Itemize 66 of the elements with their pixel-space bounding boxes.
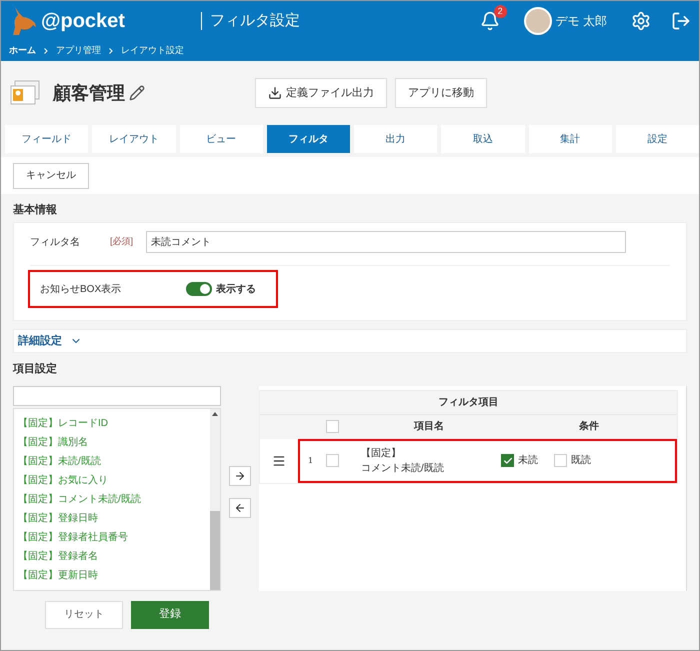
remove-button[interactable] [229, 498, 251, 518]
field-list-item[interactable]: 【固定】登録者社員番号 [18, 530, 210, 544]
contact-cards-icon [9, 79, 41, 107]
field-list-item[interactable]: 【固定】未読/既読 [18, 454, 210, 468]
filter-name-field[interactable]: 未読コメント [146, 231, 626, 253]
section-title: 項目設定 [13, 362, 58, 377]
section-title: 基本情報 [13, 202, 58, 218]
drag-handle-icon[interactable] [272, 454, 286, 468]
tab[interactable]: フィールド [5, 125, 88, 153]
avatar-placeholder [524, 7, 552, 35]
toggle-switch[interactable] [186, 282, 212, 296]
chevron-right-icon [44, 48, 48, 54]
cancel-button[interactable]: キャンセル [13, 162, 89, 188]
reset-button[interactable]: リセット [45, 600, 123, 628]
field-list-item[interactable]: 【固定】コメント未読/既読 [18, 492, 210, 506]
register-button[interactable]: 登録 [131, 600, 209, 628]
row-number: 1 [307, 454, 314, 466]
checkbox-label: 未読 [518, 454, 538, 468]
tab[interactable]: 取込 [441, 125, 524, 153]
export-button[interactable]: 定義ファイル出力 [255, 78, 387, 108]
add-button[interactable] [229, 466, 251, 486]
download-icon [268, 86, 282, 100]
field-label: お知らせBOX表示 [40, 282, 122, 296]
tab[interactable]: ビュー [180, 125, 263, 153]
field-list-item[interactable]: 【固定】登録日時 [18, 512, 210, 526]
field-list-item[interactable]: 【固定】登録者名 [18, 550, 210, 564]
settings-icon[interactable] [631, 11, 651, 31]
tab[interactable]: 集計 [528, 125, 612, 153]
tab[interactable]: 出力 [354, 125, 438, 153]
tab[interactable]: 設定 [616, 125, 699, 153]
required-mark: [必須] [110, 235, 134, 248]
section-panel[interactable]: 詳細設定 [13, 329, 687, 353]
arrow-right-icon [234, 470, 246, 482]
breadcrumb-link[interactable]: アプリ管理 [56, 44, 101, 58]
table-cell-text: 【固定】 [361, 446, 402, 460]
toggle-label: 表示する [216, 282, 256, 296]
arrow-left-icon [234, 502, 246, 514]
chevron-right-icon [109, 48, 113, 54]
column-header: 条件 [579, 420, 599, 434]
breadcrumb-link[interactable]: レイアウト設定 [121, 44, 184, 58]
logo-text: @pocket [41, 9, 126, 34]
check-icon [502, 456, 512, 466]
field-list-item[interactable]: 【固定】更新日時 [18, 568, 210, 582]
table-title: フィルタ項目 [260, 390, 677, 414]
field-label: フィルタ名 [30, 236, 81, 250]
edit-pencil-icon[interactable] [129, 85, 145, 101]
search-field[interactable] [13, 386, 221, 406]
field-list-item[interactable]: 【固定】レコードID [18, 416, 210, 430]
breadcrumb-link[interactable]: ホーム [9, 44, 36, 58]
open-app-button[interactable]: アプリに移動 [395, 78, 487, 108]
column-header: 項目名 [412, 420, 445, 434]
scroll-up-arrow-icon[interactable] [212, 412, 218, 416]
notification-bell-icon[interactable] [480, 11, 500, 31]
scrollbar[interactable] [210, 408, 220, 590]
user-name[interactable]: デモ 太郎 [556, 12, 607, 30]
field-list-item[interactable]: 【固定】識別名 [18, 436, 210, 450]
page-title: フィルタ設定 [210, 10, 300, 31]
checkbox[interactable] [501, 454, 514, 467]
app-title: 顧客管理 [53, 82, 125, 104]
logout-icon[interactable] [671, 11, 691, 31]
tab[interactable]: レイアウト [92, 125, 176, 153]
field-list-item[interactable]: 【固定】お気に入り [18, 474, 210, 488]
tab[interactable]: フィルタ [266, 125, 350, 153]
table-cell-text: コメント未読/既読 [361, 462, 445, 476]
checkbox-label: 既読 [571, 454, 591, 468]
notification-count: 2 [494, 5, 507, 18]
